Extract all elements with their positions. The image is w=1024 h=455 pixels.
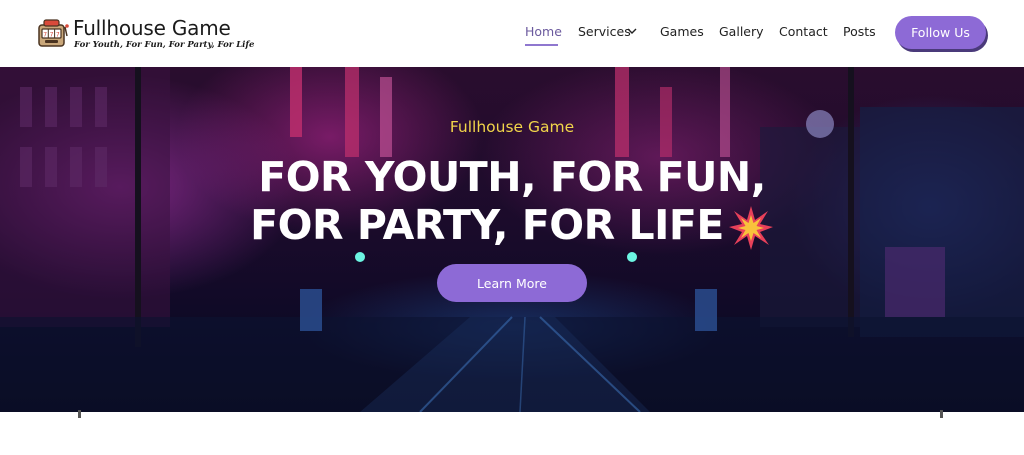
slot-machine-icon: 7 7 7: [38, 19, 69, 47]
hero-headline-line2-text: FOR PARTY, FOR LIFE: [250, 201, 724, 249]
site-logo[interactable]: 7 7 7 Fullhouse Game For Youth, For Fun,…: [37, 15, 254, 55]
chevron-down-icon[interactable]: [627, 27, 637, 35]
logo-tagline: For Youth, For Fun, For Party, For Life: [74, 40, 255, 50]
logo-title: Fullhouse Game: [73, 16, 231, 40]
learn-more-button[interactable]: Learn More: [437, 264, 587, 302]
hero-subtitle: Fullhouse Game: [449, 118, 575, 136]
hero-banner: Fullhouse Game FOR YOUTH, FOR FUN, FOR P…: [0, 67, 1024, 412]
decorative-tick-left: [78, 410, 81, 418]
hero-headline-line1: FOR YOUTH, FOR FUN,: [258, 153, 766, 201]
nav-item-services[interactable]: Services: [578, 24, 631, 39]
follow-us-button[interactable]: Follow Us: [895, 16, 986, 49]
nav-item-gallery[interactable]: Gallery: [719, 24, 764, 39]
svg-text:7: 7: [50, 32, 54, 39]
explosion-icon: [728, 206, 773, 250]
hero-headline-line2: FOR PARTY, FOR LIFE: [0, 201, 1024, 251]
active-nav-underline: [525, 44, 558, 46]
decorative-tick-right: [940, 410, 943, 418]
nav-item-games[interactable]: Games: [660, 24, 704, 39]
svg-text:7: 7: [43, 32, 47, 39]
site-header: 7 7 7 Fullhouse Game For Youth, For Fun,…: [0, 0, 1024, 67]
svg-text:7: 7: [56, 32, 60, 39]
nav-item-posts[interactable]: Posts: [843, 24, 876, 39]
nav-item-home[interactable]: Home: [525, 24, 562, 39]
nav-item-contact[interactable]: Contact: [779, 24, 828, 39]
